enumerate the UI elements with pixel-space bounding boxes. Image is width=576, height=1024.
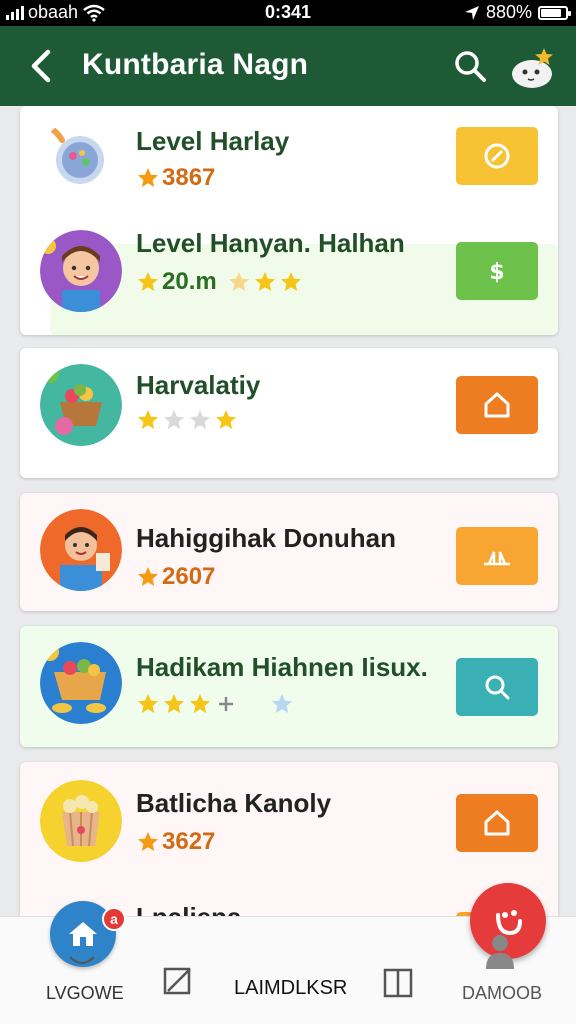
dollar-icon: $ xyxy=(489,260,504,285)
status-bar: obaah 0:341 880% xyxy=(0,0,576,26)
avatar xyxy=(40,230,122,312)
star-icon xyxy=(216,410,236,429)
home-icon xyxy=(69,922,97,946)
star-icon xyxy=(138,567,158,586)
columns-icon xyxy=(383,968,413,998)
star-icon xyxy=(228,272,249,291)
battery-icon xyxy=(538,5,571,20)
battery-percent: 880% xyxy=(485,2,532,22)
list-item[interactable]: Level Hanyan. Halhan 20.m $ xyxy=(20,216,558,335)
tag-icon xyxy=(484,143,510,169)
list-item[interactable]: Harvalatiy xyxy=(20,358,558,468)
row-rating xyxy=(136,692,294,716)
star-icon xyxy=(138,832,158,851)
row-score: 2607 xyxy=(136,563,215,591)
home-indicator-icon xyxy=(69,956,95,964)
nav-label-home: LVGOWE xyxy=(46,983,124,1003)
avatar xyxy=(40,509,122,591)
level-action-button[interactable] xyxy=(456,794,538,852)
cart-avatar xyxy=(40,642,122,724)
home-icon xyxy=(484,810,510,836)
row-score: 20.m xyxy=(136,268,303,296)
star-icon xyxy=(164,694,184,713)
search-icon[interactable] xyxy=(452,48,488,84)
row-score: 3867 xyxy=(136,164,215,192)
row-title: Batlicha Kanoly xyxy=(136,788,332,818)
nav-item-center[interactable]: LAIMDLKSR xyxy=(220,883,546,1024)
level-card: Batlicha Kanoly 3627 Lnaliena xyxy=(20,762,558,916)
star-icon xyxy=(138,410,158,429)
status-right: 880% xyxy=(464,2,571,23)
level-list: Level Harlay 3867 Level Hanyan. Halhan 2… xyxy=(0,106,576,916)
mascot-icon[interactable] xyxy=(508,42,558,92)
star-icon xyxy=(138,168,158,187)
nav-item-split[interactable] xyxy=(370,917,430,1024)
row-title: Hahiggihak Donuhan xyxy=(136,523,396,553)
list-item[interactable]: Hahiggihak Donuhan 2607 xyxy=(20,497,558,607)
level-card: Hadikam Hiahnen Iisux. xyxy=(20,626,558,747)
nav-label-profile: DAMOOB xyxy=(462,983,543,1003)
nav-item-profile[interactable]: DAMOOB xyxy=(440,917,560,1024)
level-action-button[interactable]: $ xyxy=(456,242,538,300)
level-card: Hahiggihak Donuhan 2607 xyxy=(20,493,558,611)
level-action-button[interactable] xyxy=(456,527,538,585)
list-item[interactable]: Batlicha Kanoly 3627 xyxy=(20,766,558,876)
row-title: Level Harlay xyxy=(136,126,290,156)
profile-icon xyxy=(486,935,514,969)
star-icon xyxy=(164,410,184,429)
back-arrow-icon[interactable] xyxy=(24,46,60,86)
star-icon xyxy=(280,272,301,291)
star-icon xyxy=(190,694,210,713)
row-title: Level Hanyan. Halhan xyxy=(136,228,405,258)
app-header: Kuntbaria Nagn xyxy=(0,26,576,106)
location-arrow-icon xyxy=(464,5,479,20)
notification-badge: a xyxy=(102,907,126,931)
nav-item-edit[interactable] xyxy=(150,917,210,1024)
level-card: Harvalatiy xyxy=(20,348,558,478)
bottom-nav: a LVGOWE LAIMDLKSR DAMOOB xyxy=(0,883,576,1024)
svg-text:$: $ xyxy=(489,260,504,285)
level-action-button[interactable] xyxy=(456,127,538,185)
star-icon xyxy=(190,410,210,429)
nav-label-center: LAIMDLKSR xyxy=(234,977,348,999)
level-action-button[interactable] xyxy=(456,658,538,716)
list-item[interactable]: Level Harlay 3867 xyxy=(20,106,558,216)
row-score: 3627 xyxy=(136,828,215,856)
row-rating xyxy=(136,408,238,432)
row-score-value: 20.m xyxy=(162,268,217,295)
row-title: Harvalatiy xyxy=(136,370,261,400)
page-title: Kuntbaria Nagn xyxy=(82,48,309,81)
list-item[interactable]: Hadikam Hiahnen Iisux. xyxy=(20,632,558,742)
star-icon xyxy=(272,694,292,713)
row-title: Hadikam Hiahnen Iisux. xyxy=(136,652,428,682)
plus-icon xyxy=(219,697,233,711)
level-card: Level Harlay 3867 Level Hanyan. Halhan 2… xyxy=(20,106,558,335)
basket-avatar xyxy=(40,364,122,446)
tent-icon xyxy=(484,551,510,566)
level-action-button[interactable] xyxy=(456,376,538,434)
edit-square-icon xyxy=(163,967,191,995)
row-score-value: 3867 xyxy=(162,164,216,191)
search-icon xyxy=(485,675,510,700)
star-icon xyxy=(254,272,275,291)
nav-item-home[interactable]: a LVGOWE xyxy=(0,901,170,1024)
row-score-value: 2607 xyxy=(162,563,216,590)
star-icon xyxy=(138,694,158,713)
row-title: Lnaliena xyxy=(136,902,241,916)
bucket-avatar xyxy=(40,780,122,862)
gamepad-icon xyxy=(43,123,104,184)
home-icon xyxy=(484,392,510,418)
row-score-value: 3627 xyxy=(162,828,216,855)
star-icon xyxy=(138,272,158,291)
